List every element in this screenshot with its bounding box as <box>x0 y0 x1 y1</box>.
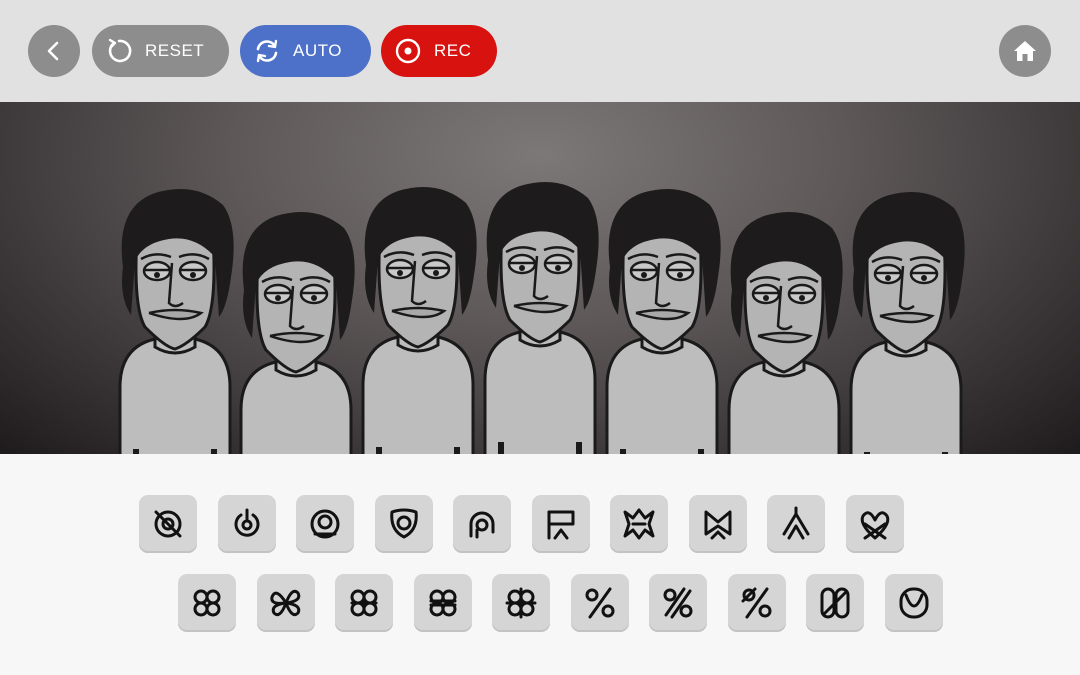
melody-sound-1-button[interactable] <box>178 574 236 632</box>
reset-label: RESET <box>145 41 205 60</box>
beat-sound-2-button[interactable] <box>218 495 276 553</box>
character-slot-7[interactable] <box>849 190 967 454</box>
character-stage <box>0 102 1080 454</box>
melody-sound-4-button[interactable] <box>414 574 472 632</box>
voice-sound-4-button[interactable] <box>806 574 864 632</box>
beat-sound-4-button[interactable] <box>375 495 433 553</box>
voice-sound-5-button[interactable] <box>885 574 943 632</box>
target-ring-icon <box>310 509 340 539</box>
melody-sound-5-button[interactable] <box>492 574 550 632</box>
heart-loop-icon <box>860 511 890 540</box>
auto-label: AUTO <box>293 41 342 60</box>
chevron-left-icon <box>47 41 59 61</box>
power-circle-icon <box>234 508 260 537</box>
effect-sound-1-button[interactable] <box>532 495 590 553</box>
beat-sound-1-button[interactable] <box>139 495 197 553</box>
percent-icon <box>585 587 615 619</box>
effect-sound-4-button[interactable] <box>767 495 825 553</box>
double-oval-icon <box>820 587 850 619</box>
record-icon <box>394 37 422 65</box>
voice-sound-3-button[interactable] <box>728 574 786 632</box>
auto-button[interactable]: AUTO <box>240 25 371 77</box>
effect-sound-2-button[interactable] <box>610 495 668 553</box>
character-slot-6[interactable] <box>727 210 845 454</box>
top-toolbar: RESET AUTO REC <box>0 0 1080 102</box>
percent-slash-icon <box>741 587 772 619</box>
banner-chevron-icon <box>547 510 575 540</box>
quatrefoil-outline-icon <box>270 589 301 617</box>
character-slot-4[interactable] <box>483 180 601 454</box>
reset-button[interactable]: RESET <box>92 25 229 77</box>
home-icon <box>1014 41 1036 61</box>
character-slot-3[interactable] <box>361 185 479 454</box>
character-slot-5[interactable] <box>605 187 723 454</box>
arch-ring-icon <box>469 511 495 539</box>
clover-icon <box>350 589 378 617</box>
melody-sound-3-button[interactable] <box>335 574 393 632</box>
beat-sound-5-button[interactable] <box>453 495 511 553</box>
effect-sound-5-button[interactable] <box>846 495 904 553</box>
reset-icon <box>105 37 133 65</box>
rec-button[interactable]: REC <box>381 25 497 77</box>
clover-cross-icon <box>505 587 537 619</box>
double-chevron-icon <box>782 506 810 540</box>
clover-bars-icon <box>429 589 457 617</box>
beat-sound-3-button[interactable] <box>296 495 354 553</box>
characters-layer <box>118 180 967 454</box>
character-slot-1[interactable] <box>118 187 236 454</box>
voice-sound-1-button[interactable] <box>571 574 629 632</box>
quatrefoil-icon <box>193 589 221 617</box>
leaf-oval-icon <box>899 587 929 619</box>
home-button[interactable] <box>999 25 1051 77</box>
voice-sound-2-button[interactable] <box>649 574 707 632</box>
back-button[interactable] <box>28 25 80 77</box>
crossed-circle-icon <box>154 510 182 538</box>
rec-label: REC <box>434 41 472 60</box>
crown-chevron-icon <box>704 510 732 540</box>
character-slot-2[interactable] <box>239 210 357 454</box>
shield-ring-icon <box>390 508 418 539</box>
refresh-icon <box>253 37 281 65</box>
double-percent-icon <box>663 587 693 619</box>
sound-palette <box>0 454 1080 675</box>
spiky-star-icon <box>623 508 655 540</box>
effect-sound-3-button[interactable] <box>689 495 747 553</box>
melody-sound-2-button[interactable] <box>257 574 315 632</box>
